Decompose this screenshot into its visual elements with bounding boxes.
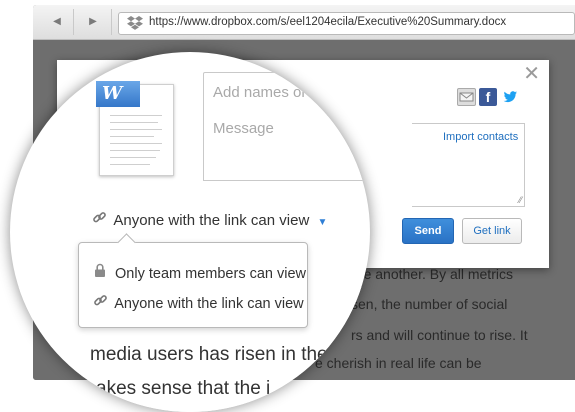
- doc-line: [110, 129, 162, 130]
- message-placeholder: Message: [213, 120, 274, 137]
- magnified-text-line: akes sense that the i: [96, 378, 271, 399]
- browser-toolbar: ◀ ▶ https://www.dropbox.com/s/eel1204eci…: [33, 5, 575, 40]
- forward-arrow-icon[interactable]: ▶: [83, 13, 103, 31]
- menu-pointer: [117, 233, 136, 252]
- menu-item-label: Only team members can view: [115, 266, 307, 282]
- doc-line: [110, 157, 156, 158]
- magnifier-lens: W Add names or em Message Anyone with th…: [10, 52, 370, 412]
- dropbox-icon: [127, 16, 143, 30]
- doc-line: [110, 150, 160, 151]
- toolbar-divider: [111, 9, 112, 35]
- message-textarea[interactable]: Message: [203, 114, 370, 181]
- link-icon: [93, 293, 111, 312]
- email-icon[interactable]: [457, 88, 476, 106]
- recipients-placeholder: Add names or em: [213, 84, 332, 101]
- facebook-icon[interactable]: f: [479, 88, 497, 106]
- menu-item-anyone-with-link[interactable]: Anyone with the link can view: [93, 293, 304, 312]
- toolbar-divider: [73, 9, 74, 35]
- body-text-line: sen, the number of social: [351, 296, 508, 312]
- address-bar[interactable]: https://www.dropbox.com/s/eel1204ecila/E…: [118, 12, 575, 35]
- doc-line: [110, 115, 162, 116]
- get-link-button[interactable]: Get link: [462, 218, 522, 244]
- body-text-line: one another. By all metrics: [348, 266, 513, 282]
- magnified-text-line: media users has risen in the: [90, 344, 328, 365]
- doc-line: [110, 122, 158, 123]
- doc-line: [110, 164, 150, 165]
- body-text-line: rs and will continue to rise. It: [351, 327, 528, 343]
- menu-item-team-only[interactable]: Only team members can view: [93, 263, 306, 282]
- word-document-icon: W: [96, 81, 174, 176]
- link-icon: [92, 210, 110, 229]
- close-icon[interactable]: ✕: [523, 64, 540, 84]
- permission-menu: Only team members can view Anyone with t…: [78, 233, 308, 328]
- menu-item-label: Anyone with the link can view: [114, 296, 304, 312]
- doc-line: [110, 143, 162, 144]
- resize-handle-icon[interactable]: ⁄⁄: [519, 195, 522, 205]
- chevron-down-icon: ▼: [317, 217, 328, 228]
- link-permission-dropdown[interactable]: Anyone with the link can view ▼: [92, 210, 327, 229]
- url-text: https://www.dropbox.com/s/eel1204ecila/E…: [149, 16, 507, 28]
- recipients-input[interactable]: Add names or em: [203, 72, 370, 116]
- send-button[interactable]: Send: [402, 218, 454, 244]
- twitter-icon[interactable]: [501, 88, 519, 106]
- lock-icon: [93, 263, 111, 282]
- doc-line: [110, 136, 154, 137]
- permission-label: Anyone with the link can view: [113, 212, 310, 229]
- back-arrow-icon[interactable]: ◀: [47, 13, 67, 31]
- word-badge: W: [96, 81, 140, 107]
- import-contacts-link[interactable]: Import contacts: [443, 131, 518, 143]
